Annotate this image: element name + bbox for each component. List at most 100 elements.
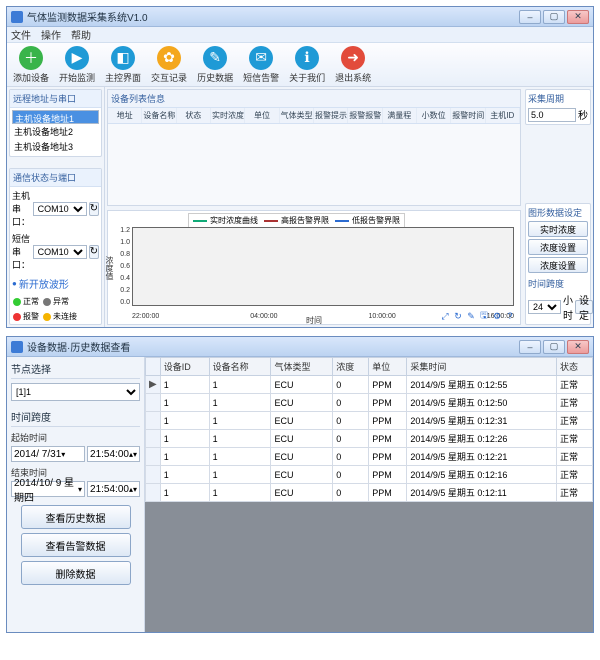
tool-添加设备[interactable]: ＋添加设备 xyxy=(13,46,49,84)
tool-关于我们[interactable]: ℹ关于我们 xyxy=(289,46,325,84)
com-refresh-button[interactable]: ↻ xyxy=(89,245,99,259)
cell: 1 xyxy=(209,430,271,448)
tool-交互记录[interactable]: ✿交互记录 xyxy=(151,46,187,84)
hist-col[interactable]: 状态 xyxy=(557,358,593,376)
end-date-picker[interactable]: 2014/10/ 9 星期四 ▾ xyxy=(11,481,85,497)
table-row[interactable]: 11ECU0PPM2014/9/5 星期五 0:12:50正常 xyxy=(146,394,593,412)
cfg-btn-1[interactable]: 浓度设置 xyxy=(528,239,588,255)
hist-col[interactable]: 气体类型 xyxy=(271,358,333,376)
refresh-input[interactable] xyxy=(528,108,576,122)
chart-tool-icon[interactable]: ⤢ xyxy=(439,310,451,322)
center-panel: 设备列表信息 地址设备名称状态实时浓度单位气体类型报警提示报警报警满量程小数位报… xyxy=(105,87,523,327)
minimize-button[interactable]: – xyxy=(519,340,541,354)
tool-历史数据[interactable]: ✎历史数据 xyxy=(197,46,233,84)
time-span-select[interactable]: 24 xyxy=(528,300,561,314)
hist-col[interactable]: 设备名称 xyxy=(209,358,271,376)
table-row[interactable]: 11ECU0PPM2014/9/5 星期五 0:12:11正常 xyxy=(146,484,593,502)
chart-plot[interactable] xyxy=(132,227,514,306)
cfg-btn-2[interactable]: 浓度设置 xyxy=(528,257,588,273)
cell: 1 xyxy=(160,412,209,430)
tool-主控界面[interactable]: ◧主控界面 xyxy=(105,46,141,84)
view-alarm-button[interactable]: 查看告警数据 xyxy=(21,533,131,557)
cfg-time-title: 时间跨度 xyxy=(528,277,588,290)
grid-col[interactable]: 状态 xyxy=(177,108,211,123)
maximize-button[interactable]: ▢ xyxy=(543,10,565,24)
start-date-picker[interactable]: 2014/ 7/31 ▾ xyxy=(11,446,85,462)
node-select[interactable]: [1]1 xyxy=(11,383,140,401)
table-row[interactable]: 11ECU0PPM2014/9/5 星期五 0:12:16正常 xyxy=(146,466,593,484)
com-label: 主机串口： xyxy=(12,189,31,228)
start-time-picker[interactable]: 21:54:00 ▴▾ xyxy=(87,446,140,462)
cfg-btn-0[interactable]: 实时浓度 xyxy=(528,221,588,237)
menu-操作[interactable]: 操作 xyxy=(41,27,61,42)
menu-文件[interactable]: 文件 xyxy=(11,27,31,42)
time-title: 时间跨度 xyxy=(11,409,140,427)
com-group-title: 通信状态与端口 xyxy=(10,169,101,187)
table-row[interactable]: 11ECU0PPM2014/9/5 星期五 0:12:31正常 xyxy=(146,412,593,430)
history-window: 设备数据·历史数据查看 – ▢ ✕ 节点选择 [1]1 时间跨度 起始时间 20… xyxy=(6,336,594,633)
grid-col[interactable]: 报警报警 xyxy=(348,108,382,123)
hist-col[interactable]: 采集时间 xyxy=(407,358,557,376)
chart-tool-icon[interactable]: ⚙ xyxy=(491,310,503,322)
grid-col[interactable]: 地址 xyxy=(108,108,142,123)
device-item[interactable]: 主机设备地址3 xyxy=(12,139,99,154)
cell: ECU xyxy=(271,466,333,484)
grid-body[interactable] xyxy=(108,124,520,205)
table-row[interactable]: ▶11ECU0PPM2014/9/5 星期五 0:12:55正常 xyxy=(146,376,593,394)
cell: 1 xyxy=(209,394,271,412)
titlebar[interactable]: 设备数据·历史数据查看 – ▢ ✕ xyxy=(7,337,593,357)
grid-col[interactable]: 设备名称 xyxy=(142,108,176,123)
chart-tool-icon[interactable]: ? xyxy=(504,310,516,322)
cell: 1 xyxy=(209,466,271,484)
time-set-button[interactable]: 设定 xyxy=(575,300,593,314)
com-refresh-button[interactable]: ↻ xyxy=(89,202,99,216)
toolbar-icon: ✉ xyxy=(249,46,273,70)
chart-tool-icon[interactable]: ↻ xyxy=(452,310,464,322)
chart-tool-icon[interactable]: ✎ xyxy=(465,310,477,322)
close-button[interactable]: ✕ xyxy=(567,10,589,24)
tool-开始监测[interactable]: ▶开始监测 xyxy=(59,46,95,84)
view-history-button[interactable]: 查看历史数据 xyxy=(21,505,131,529)
hist-col[interactable]: 单位 xyxy=(369,358,407,376)
end-time-picker[interactable]: 21:54:00 ▴▾ xyxy=(87,481,140,497)
titlebar[interactable]: 气体监测数据采集系统V1.0 – ▢ ✕ xyxy=(7,7,593,27)
cell: 1 xyxy=(160,466,209,484)
toolbar-icon: ✿ xyxy=(157,46,181,70)
chart-legend: 实时浓度曲线高报告警界限低报告警界限 xyxy=(188,213,405,228)
chart-tool-icon[interactable]: 🖫 xyxy=(478,310,490,322)
reopen-link[interactable]: ● 新开放波形 xyxy=(12,276,99,291)
table-row[interactable]: 11ECU0PPM2014/9/5 星期五 0:12:26正常 xyxy=(146,430,593,448)
minimize-button[interactable]: – xyxy=(519,10,541,24)
tool-退出系统[interactable]: ➜退出系统 xyxy=(335,46,371,84)
grid-col[interactable]: 满量程 xyxy=(383,108,417,123)
device-item[interactable]: 主机设备地址2 xyxy=(12,124,99,139)
grid-col[interactable]: 气体类型 xyxy=(280,108,314,123)
com-row: 主机串口：COM10↻ xyxy=(10,187,101,230)
com-select[interactable]: COM10 xyxy=(33,202,87,216)
device-item[interactable]: 主机设备地址1 xyxy=(12,110,99,124)
com-select[interactable]: COM10 xyxy=(33,245,87,259)
grid-col[interactable]: 实时浓度 xyxy=(211,108,245,123)
menu-帮助[interactable]: 帮助 xyxy=(71,27,91,42)
cell: 0 xyxy=(333,394,369,412)
tool-短信告警[interactable]: ✉短信告警 xyxy=(243,46,279,84)
maximize-button[interactable]: ▢ xyxy=(543,340,565,354)
cell: ECU xyxy=(271,484,333,502)
cell: 正常 xyxy=(557,376,593,394)
grid-col[interactable]: 报警提示 xyxy=(314,108,348,123)
chart-cfg-group: 图形数据设定 实时浓度 浓度设置 浓度设置 时间跨度 24 小时 设定 xyxy=(525,203,591,325)
history-grid-area[interactable]: 设备ID设备名称气体类型浓度单位采集时间状态▶11ECU0PPM2014/9/5… xyxy=(145,357,593,632)
delete-data-button[interactable]: 删除数据 xyxy=(21,561,131,585)
cell: 1 xyxy=(160,376,209,394)
hist-col[interactable]: 设备ID xyxy=(160,358,209,376)
close-button[interactable]: ✕ xyxy=(567,340,589,354)
hist-col[interactable]: 浓度 xyxy=(333,358,369,376)
cell: 0 xyxy=(333,412,369,430)
grid-col[interactable]: 单位 xyxy=(245,108,279,123)
grid-col[interactable]: 报警时间 xyxy=(451,108,485,123)
row-marker xyxy=(146,448,161,466)
grid-col[interactable]: 小数位 xyxy=(417,108,451,123)
toolbar-icon: ＋ xyxy=(19,46,43,70)
grid-col[interactable]: 主机ID xyxy=(486,108,520,123)
table-row[interactable]: 11ECU0PPM2014/9/5 星期五 0:12:21正常 xyxy=(146,448,593,466)
